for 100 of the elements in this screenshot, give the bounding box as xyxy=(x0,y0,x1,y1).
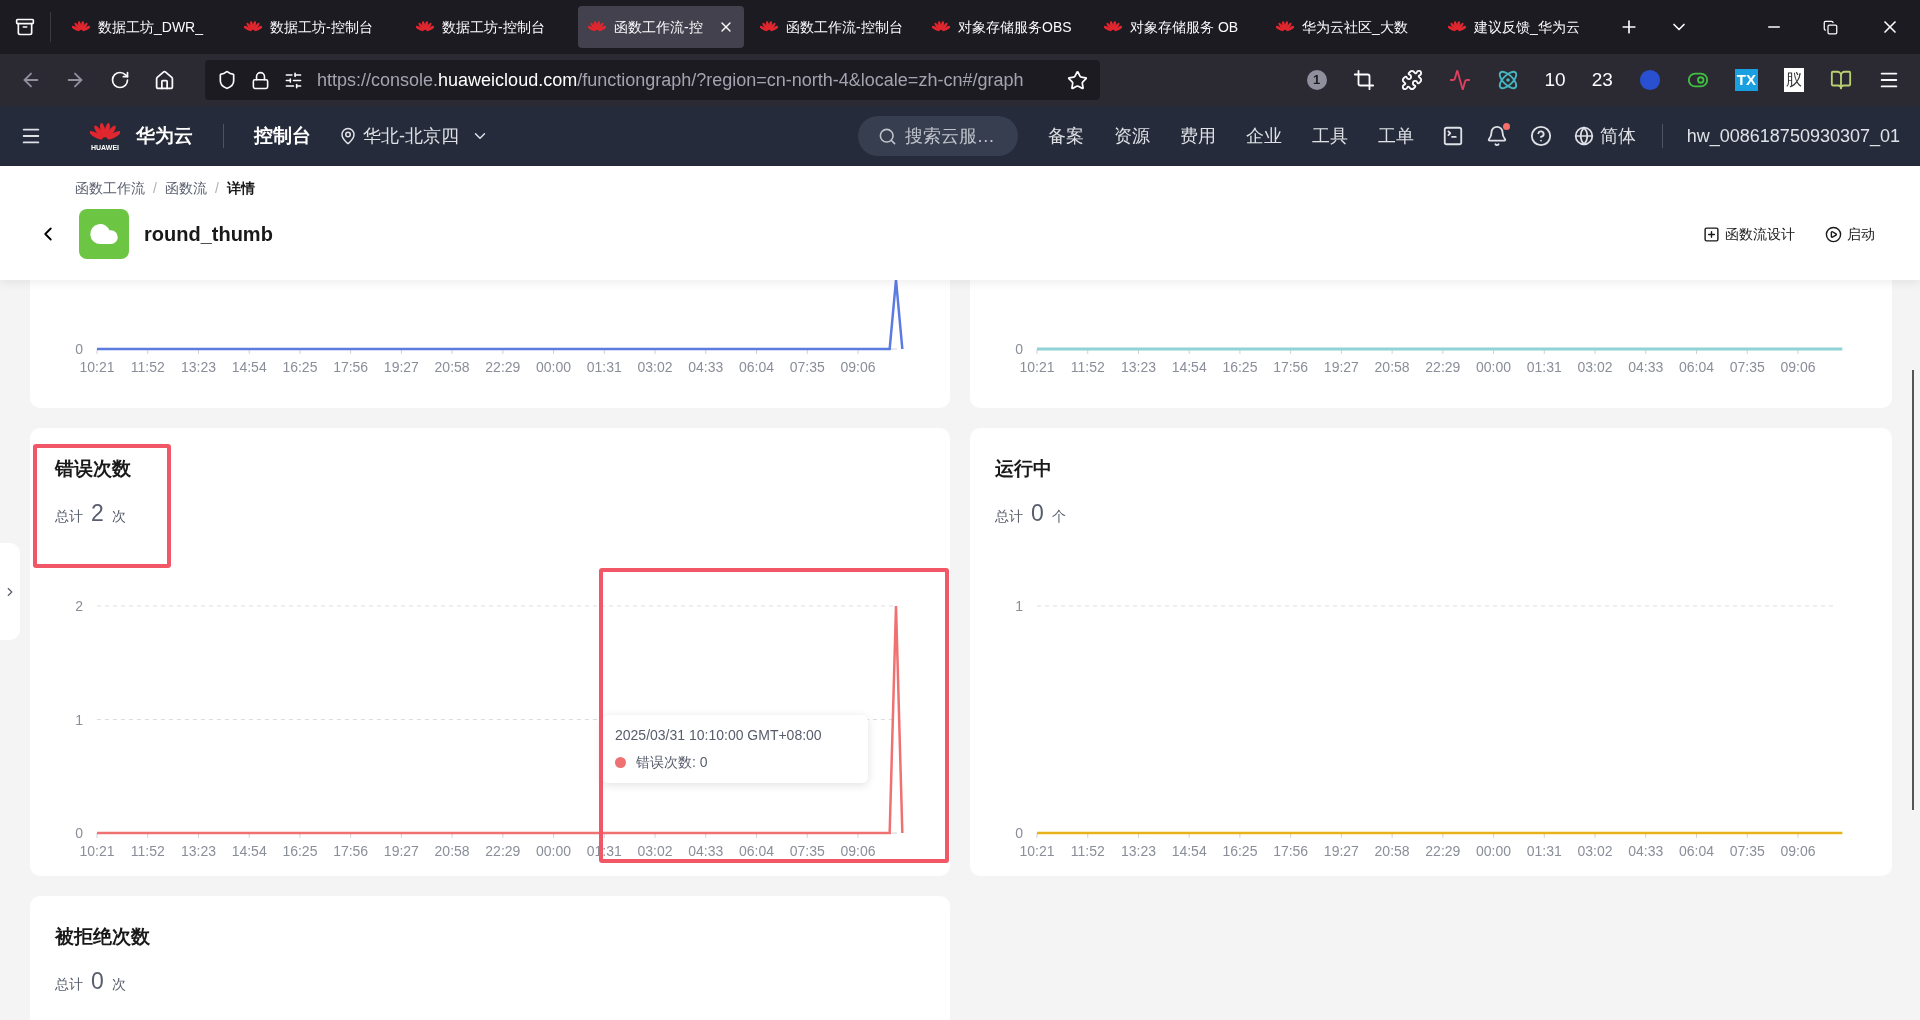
bookmark-star-icon[interactable] xyxy=(1067,69,1088,91)
console-link[interactable]: 控制台 xyxy=(254,121,311,151)
x-tick-label: 16:25 xyxy=(282,359,318,375)
brand-link[interactable]: 华为云 xyxy=(136,121,193,151)
region-selector[interactable]: 华北-北京四 xyxy=(339,122,489,150)
x-tick-label: 11:52 xyxy=(1070,359,1105,375)
book-extension-icon[interactable] xyxy=(1830,69,1852,91)
card-title: 运行中 xyxy=(995,457,1053,481)
x-tick-label: 04:33 xyxy=(1628,359,1664,375)
nav-link[interactable]: 企业 xyxy=(1245,122,1282,150)
nav-link[interactable]: 工单 xyxy=(1377,122,1414,150)
action-button[interactable]: 函数流设计 xyxy=(1703,223,1795,245)
flower-logo-icon xyxy=(1276,20,1294,34)
nav-link[interactable]: 费用 xyxy=(1179,122,1216,150)
extension-badge[interactable]: 1 xyxy=(1306,70,1327,90)
browser-tab[interactable]: 数据工坊-控制台 xyxy=(406,6,572,48)
x-tick-label: 07:35 xyxy=(789,359,825,375)
atom-extension-icon[interactable] xyxy=(1496,69,1519,91)
reload-icon[interactable] xyxy=(110,70,130,90)
tooltip-value: 错误次数: 0 xyxy=(636,753,708,772)
tab-title: 函数工作流-控 xyxy=(614,17,704,37)
app-icon xyxy=(79,209,129,259)
browser-tab[interactable]: 数据工坊_DWR_ xyxy=(62,6,228,48)
breadcrumb-item[interactable]: 函数工作流 xyxy=(75,178,145,199)
shield-icon[interactable] xyxy=(217,70,237,90)
browser-tab[interactable]: 对象存储服务OBS xyxy=(922,6,1088,48)
browser-tab[interactable]: 数据工坊-控制台 xyxy=(234,6,400,48)
x-tick-label: 14:54 xyxy=(231,359,267,375)
x-tick-label: 09:06 xyxy=(840,843,876,859)
y-tick-label: 0 xyxy=(1015,825,1023,841)
tab-list-icon[interactable] xyxy=(15,17,35,37)
permissions-icon[interactable] xyxy=(284,70,303,90)
x-tick-label: 04:33 xyxy=(1628,843,1664,859)
browser-tab[interactable]: 对象存储服务 OB xyxy=(1094,6,1260,48)
chart-extension-icon[interactable] xyxy=(1448,69,1471,91)
tab-title: 数据工坊-控制台 xyxy=(270,17,374,37)
tab-title: 华为云社区_大数 xyxy=(1302,17,1409,37)
total-unit: 次 xyxy=(111,974,126,994)
total-unit: 个 xyxy=(1051,506,1066,526)
x-tick-label: 01:31 xyxy=(1526,843,1562,859)
puzzle-icon[interactable] xyxy=(1400,69,1423,91)
x-tick-label: 17:56 xyxy=(1273,359,1309,375)
crop-icon[interactable] xyxy=(1352,69,1375,91)
url-field[interactable]: https://console.huaweicloud.com/functiongraph/?region=cn-north-4&locale=zh-cn#/graph xyxy=(205,60,1100,100)
action-button[interactable]: 启动 xyxy=(1825,223,1875,245)
flower-logo-icon xyxy=(588,20,606,34)
extension-badge[interactable]: 肞 xyxy=(1784,68,1804,92)
breadcrumb-separator: / xyxy=(153,179,157,198)
x-tick-label: 09:06 xyxy=(840,359,876,375)
tab-title: 对象存储服务 OB xyxy=(1130,17,1240,37)
x-tick-label: 10:21 xyxy=(79,843,115,859)
x-tick-label: 04:33 xyxy=(688,843,724,859)
x-tick-label: 19:27 xyxy=(1323,843,1359,859)
card-title: 错误次数 xyxy=(55,457,132,481)
lock-icon[interactable] xyxy=(251,70,270,90)
tab-title: 数据工坊_DWR_ xyxy=(98,17,205,37)
x-tick-label: 07:35 xyxy=(1729,843,1765,859)
help-icon[interactable] xyxy=(1529,125,1552,147)
total-unit: 次 xyxy=(111,506,126,526)
notification-bell-icon[interactable] xyxy=(1485,125,1508,147)
extension-counter[interactable]: 10 xyxy=(1544,65,1566,95)
browser-tab[interactable]: 华为云社区_大数 xyxy=(1266,6,1432,48)
total-label: 总计 xyxy=(55,506,83,526)
x-tick-label: 13:23 xyxy=(180,359,216,375)
nav-link[interactable]: 资源 xyxy=(1113,122,1150,150)
flower-logo-icon xyxy=(932,20,950,34)
search-field[interactable]: 搜索云服… xyxy=(857,116,1018,156)
x-tick-label: 11:52 xyxy=(1070,843,1105,859)
extension-counter[interactable]: 23 xyxy=(1591,65,1613,95)
x-tick-label: 20:58 xyxy=(434,359,470,375)
browser-tab[interactable]: 建议反馈_华为云 xyxy=(1438,6,1604,48)
x-tick-label: 03:02 xyxy=(1577,843,1613,859)
tab-title: 数据工坊-控制台 xyxy=(442,17,546,37)
x-tick-label: 14:54 xyxy=(1171,359,1207,375)
nav-link[interactable]: 备案 xyxy=(1047,122,1084,150)
x-tick-label: 20:58 xyxy=(1374,843,1410,859)
x-tick-label: 13:23 xyxy=(180,843,216,859)
x-tick-label: 19:27 xyxy=(1323,359,1359,375)
home-icon[interactable] xyxy=(154,69,175,91)
flower-logo-icon xyxy=(416,20,434,34)
x-tick-label: 22:29 xyxy=(485,359,521,375)
x-tick-label: 04:33 xyxy=(688,359,724,375)
flower-logo-icon xyxy=(760,20,778,34)
browser-tab[interactable]: 函数工作流-控制台 xyxy=(750,6,916,48)
sidebar-toggle[interactable] xyxy=(0,543,20,640)
nav-link[interactable]: 工具 xyxy=(1311,122,1348,150)
breadcrumb-item[interactable]: 函数流 xyxy=(164,178,207,199)
terminal-icon[interactable] xyxy=(1441,125,1464,147)
x-tick-label: 10:21 xyxy=(79,359,115,375)
breadcrumb-item: 详情 xyxy=(226,179,255,198)
location-pin-icon xyxy=(339,127,357,145)
language-selector[interactable]: 简体 xyxy=(1573,122,1636,150)
y-tick-label: 0 xyxy=(75,825,83,841)
y-tick-label: 2 xyxy=(75,598,83,614)
x-tick-label: 11:52 xyxy=(130,359,165,375)
x-tick-label: 17:56 xyxy=(333,359,369,375)
restore-icon[interactable] xyxy=(1823,19,1838,35)
user-name[interactable]: hw_008618750930307_01 xyxy=(1686,122,1900,150)
browser-tab[interactable]: 函数工作流-控 xyxy=(578,6,744,48)
total-value: 0 xyxy=(1031,498,1044,528)
